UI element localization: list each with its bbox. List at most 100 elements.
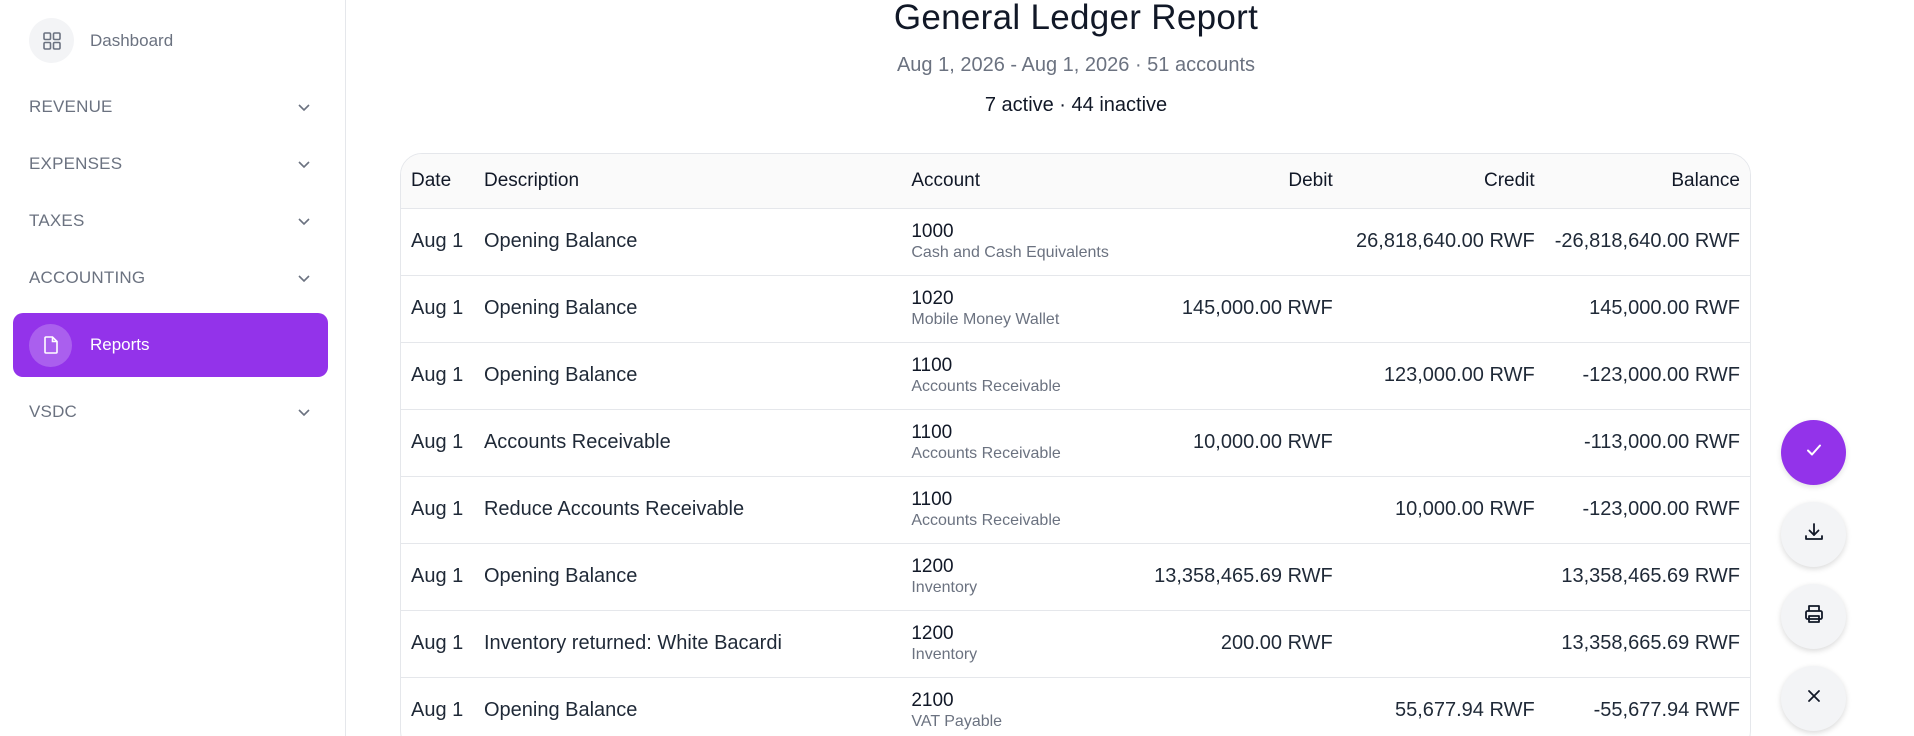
account-number: 1100 (911, 421, 953, 443)
column-header-credit: Credit (1342, 154, 1545, 209)
column-header-description: Description (473, 154, 902, 209)
cell-account: 1100 Accounts Receivable (901, 342, 1132, 410)
account-name: Accounts Receivable (911, 444, 1061, 462)
cell-balance: -26,818,640.00 RWF (1544, 208, 1750, 276)
sidebar-item-label: TAXES (29, 211, 85, 230)
account-name: VAT Payable (911, 712, 1003, 730)
cell-account: 2100 VAT Payable (901, 677, 1132, 736)
column-header-account: Account (901, 154, 1132, 209)
grid-icon (29, 18, 74, 63)
sidebar-item-dashboard[interactable]: Dashboard (29, 18, 173, 63)
account-name: Inventory (911, 578, 978, 596)
chevron-down-icon (294, 402, 314, 422)
table-row: Aug 1 Inventory returned: White Bacardi … (401, 610, 1750, 678)
sidebar-item-expenses[interactable]: EXPENSES (29, 144, 314, 184)
chevron-down-icon (294, 268, 314, 288)
cell-credit: 55,677.94 RWF (1342, 677, 1545, 736)
close-icon (1805, 687, 1823, 710)
account-name: Mobile Money Wallet (911, 310, 1060, 328)
cell-balance: 13,358,465.69 RWF (1544, 543, 1750, 611)
column-header-balance: Balance (1544, 154, 1750, 209)
cell-debit: 200.00 RWF (1131, 610, 1343, 678)
printer-icon (1803, 603, 1825, 630)
account-number: 1020 (911, 287, 954, 309)
sidebar-item-accounting[interactable]: ACCOUNTING (29, 258, 314, 298)
report-date-range: Aug 1, 2026 - Aug 1, 2026 · 51 accounts (896, 54, 1256, 76)
table-row: Aug 1 Opening Balance 1000 Cash and Cash … (401, 208, 1750, 276)
cell-balance: 145,000.00 RWF (1544, 275, 1750, 343)
cell-description: Reduce Accounts Receivable (473, 476, 902, 544)
cell-credit (1342, 610, 1545, 678)
cell-date: Aug 1 (401, 275, 474, 343)
table-row: Aug 1 Accounts Receivable 1100 Accounts R… (401, 409, 1750, 477)
cell-date: Aug 1 (401, 409, 474, 477)
sidebar-item-taxes[interactable]: TAXES (29, 201, 314, 241)
sidebar-item-label: REVENUE (29, 97, 113, 116)
account-name: Accounts Receivable (911, 377, 1061, 395)
account-status-counts: 7 active · 44 inactive (984, 94, 1168, 116)
chevron-down-icon (294, 97, 314, 117)
cell-date: Aug 1 (401, 610, 474, 678)
cell-description: Accounts Receivable (473, 409, 902, 477)
cell-description: Opening Balance (473, 208, 902, 276)
cell-debit: 13,358,465.69 RWF (1131, 543, 1343, 611)
cell-credit: 26,818,640.00 RWF (1342, 208, 1545, 276)
chevron-down-icon (294, 211, 314, 231)
cell-account: 1020 Mobile Money Wallet (901, 275, 1132, 343)
account-number: 1200 (911, 622, 954, 644)
cell-account: 1000 Cash and Cash Equivalents (901, 208, 1132, 276)
cell-credit: 123,000.00 RWF (1342, 342, 1545, 410)
account-number: 1100 (911, 354, 953, 376)
sidebar-item-reports[interactable]: Reports (13, 313, 328, 377)
table-row: Aug 1 Opening Balance 1020 Mobile Money W… (401, 275, 1750, 343)
cell-date: Aug 1 (401, 677, 474, 736)
download-icon (1803, 521, 1825, 548)
table-row: Aug 1 Opening Balance 1100 Accounts Recei… (401, 342, 1750, 410)
cell-credit: 10,000.00 RWF (1342, 476, 1545, 544)
account-number: 1200 (911, 555, 954, 577)
table-header-row: Date Description Account Debit Credit Ba… (401, 154, 1750, 209)
sidebar-item-label: Dashboard (90, 30, 174, 50)
ledger-table: Date Description Account Debit Credit Ba… (400, 153, 1751, 736)
account-name: Inventory (911, 645, 978, 663)
cell-debit: 10,000.00 RWF (1131, 409, 1343, 477)
cell-balance: -123,000.00 RWF (1544, 476, 1750, 544)
print-button[interactable] (1781, 584, 1846, 649)
cell-description: Opening Balance (473, 677, 902, 736)
cell-balance: -123,000.00 RWF (1544, 342, 1750, 410)
cell-description: Opening Balance (473, 275, 902, 343)
close-button[interactable] (1781, 666, 1846, 731)
cell-credit (1342, 409, 1545, 477)
cell-debit (1131, 677, 1343, 736)
cell-credit (1342, 275, 1545, 343)
cell-date: Aug 1 (401, 208, 474, 276)
cell-account: 1100 Accounts Receivable (901, 409, 1132, 477)
sidebar-item-label: VSDC (29, 402, 78, 421)
cell-balance: -55,677.94 RWF (1544, 677, 1750, 736)
download-button[interactable] (1781, 502, 1846, 567)
column-header-date: Date (401, 154, 474, 209)
page-title: General Ledger Report (893, 0, 1259, 37)
cell-account: 1100 Accounts Receivable (901, 476, 1132, 544)
column-header-debit: Debit (1131, 154, 1343, 209)
account-number: 1100 (911, 488, 953, 510)
chevron-down-icon (294, 154, 314, 174)
sidebar-item-label: ACCOUNTING (29, 268, 146, 287)
confirm-button[interactable] (1781, 420, 1846, 485)
sidebar-item-revenue[interactable]: REVENUE (29, 87, 314, 127)
cell-account: 1200 Inventory (901, 543, 1132, 611)
cell-account: 1200 Inventory (901, 610, 1132, 678)
cell-description: Inventory returned: White Bacardi (473, 610, 902, 678)
account-number: 1000 (911, 220, 954, 242)
table-row: Aug 1 Opening Balance 1200 Inventory 13,3… (401, 543, 1750, 611)
table-row: Aug 1 Opening Balance 2100 VAT Payable 55… (401, 677, 1750, 736)
account-number: 2100 (911, 689, 954, 711)
account-name: Accounts Receivable (911, 511, 1061, 529)
check-icon (1804, 440, 1824, 465)
cell-debit (1131, 342, 1343, 410)
sidebar-item-vsdc[interactable]: VSDC (29, 392, 314, 432)
cell-debit (1131, 476, 1343, 544)
sidebar-item-label: EXPENSES (29, 154, 123, 173)
cell-debit (1131, 208, 1343, 276)
cell-description: Opening Balance (473, 342, 902, 410)
